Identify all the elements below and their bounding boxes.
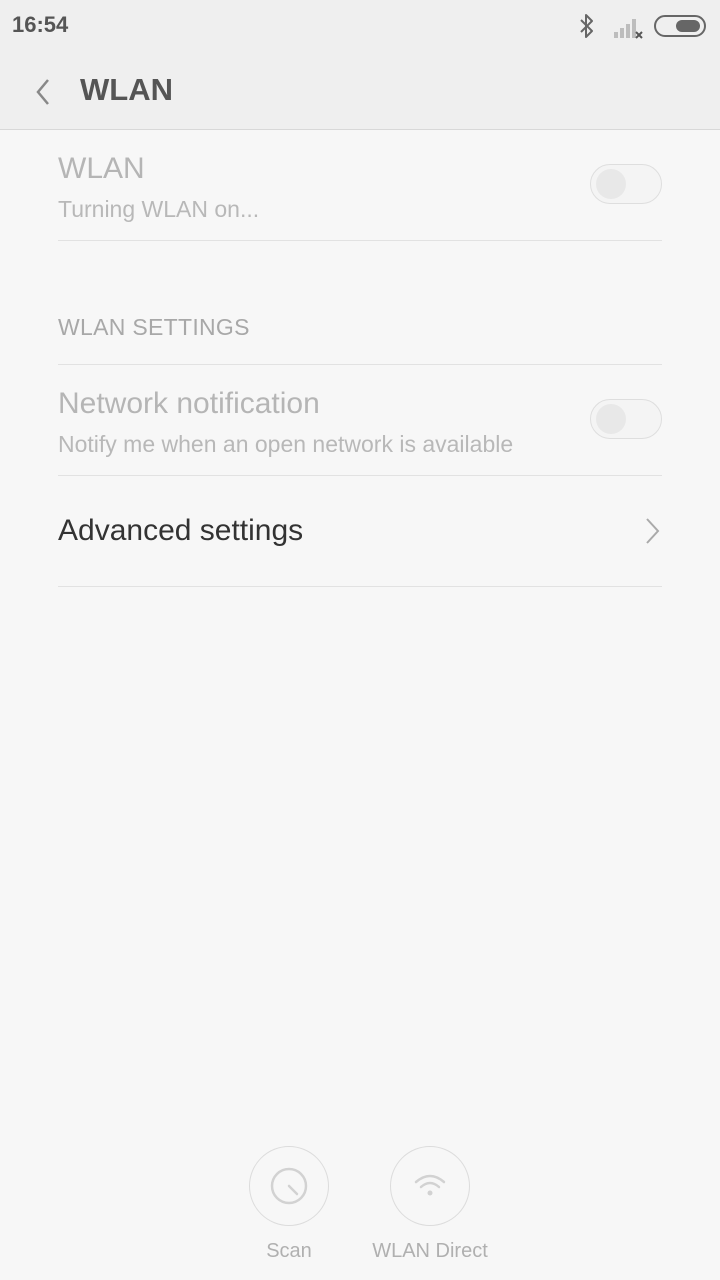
wlan-direct-label: WLAN Direct xyxy=(372,1240,488,1262)
toggle-knob xyxy=(596,404,626,434)
chevron-left-icon xyxy=(36,79,49,105)
status-bar: 16:54 xyxy=(0,0,720,52)
chevron-right-icon xyxy=(646,518,660,544)
scan-button[interactable]: Scan xyxy=(229,1146,349,1263)
toggle-knob xyxy=(596,169,626,199)
back-button[interactable] xyxy=(22,70,66,114)
scan-button-circle xyxy=(249,1146,329,1226)
wlan-direct-button[interactable]: WLAN Direct xyxy=(370,1146,490,1263)
network-notification-toggle[interactable] xyxy=(590,399,662,439)
network-notification-title: Network notification xyxy=(58,387,320,420)
app-header: WLAN xyxy=(0,52,720,130)
advanced-settings-title: Advanced settings xyxy=(58,514,304,547)
status-time: 16:54 xyxy=(12,12,69,37)
section-header-wlan-settings: WLAN SETTINGS xyxy=(58,314,250,340)
scan-label: Scan xyxy=(266,1240,312,1262)
wlan-toggle[interactable] xyxy=(590,164,662,204)
network-notification-subtitle: Notify me when an open network is availa… xyxy=(58,431,514,457)
page-title: WLAN xyxy=(80,72,173,107)
wlan-row-status: Turning WLAN on... xyxy=(58,196,260,222)
wlan-direct-icon xyxy=(414,1174,446,1196)
wlan-toggle-row[interactable]: WLAN Turning WLAN on... xyxy=(58,130,662,241)
advanced-settings-row[interactable]: Advanced settings xyxy=(58,476,662,587)
wlan-row-title: WLAN xyxy=(58,152,145,185)
battery-icon xyxy=(654,15,706,37)
scan-icon xyxy=(270,1167,308,1205)
bluetooth-icon xyxy=(580,14,593,38)
network-notification-row[interactable]: Network notification Notify me when an o… xyxy=(58,365,662,476)
cellular-signal-icon xyxy=(614,19,643,39)
wlan-direct-button-circle xyxy=(390,1146,470,1226)
